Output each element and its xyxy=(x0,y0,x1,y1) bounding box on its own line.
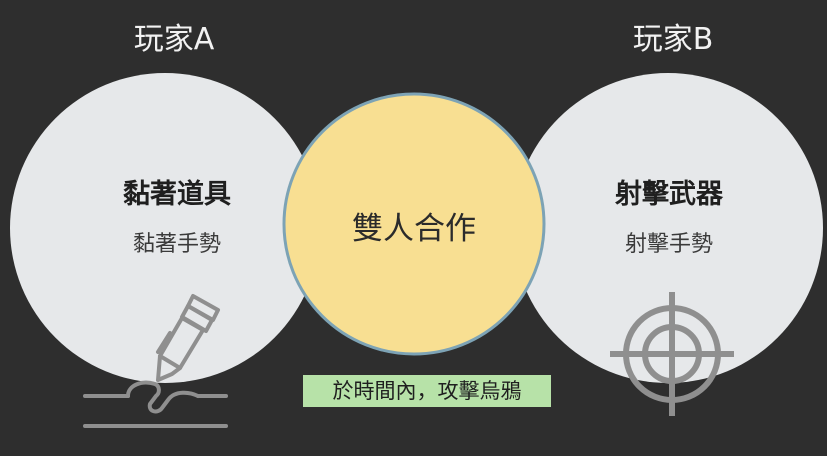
player-a-subtitle: 黏著手勢 xyxy=(132,232,222,257)
player-b-title: 射擊武器 xyxy=(615,179,723,210)
player-a-label: 玩家A xyxy=(133,22,215,57)
caption-box: 於時間內，攻擊烏鴉 xyxy=(303,375,551,407)
center-label: 雙人合作 xyxy=(352,211,476,247)
venn-diagram: 玩家A 玩家B 黏著道具 黏著手勢 射擊武器 射擊手勢 雙人合作 於時間內，攻擊… xyxy=(0,0,827,456)
player-a-title: 黏著道具 xyxy=(123,179,231,210)
player-b-label: 玩家B xyxy=(632,22,714,57)
player-b-subtitle: 射擊手勢 xyxy=(624,232,714,257)
